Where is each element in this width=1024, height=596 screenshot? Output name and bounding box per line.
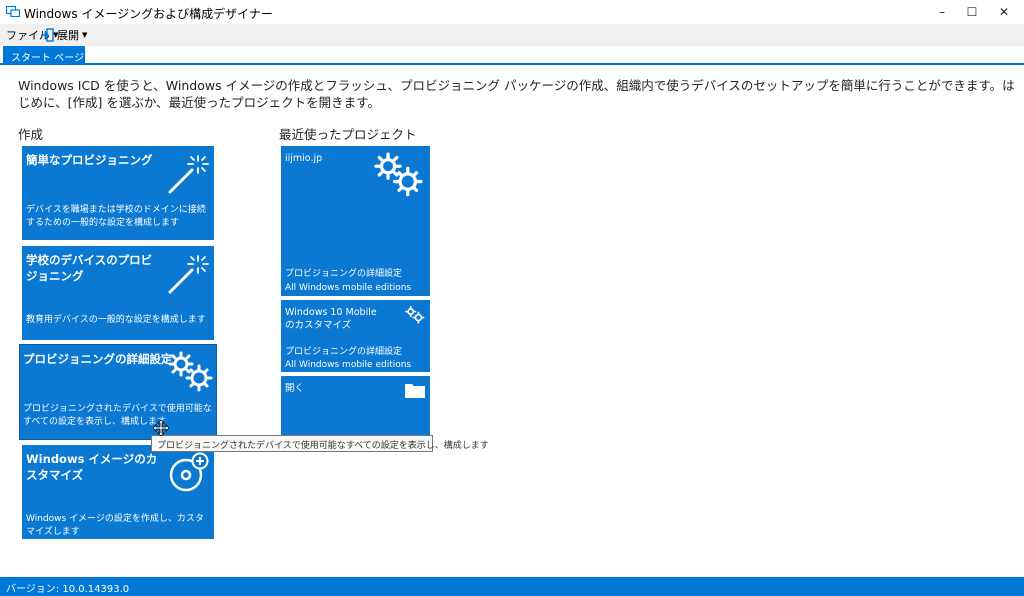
recent-project-tile[interactable]: iijmio.jp プロビジョニングの詳細設定 All Windows mobi… xyxy=(281,146,430,296)
open-project-tile[interactable]: 開く xyxy=(281,376,430,436)
project-type: プロビジョニングの詳細設定 xyxy=(285,347,403,357)
advanced-provisioning-tile[interactable]: プロビジョニングの詳細設定 プロビジョニングされたデバイスで使用可能なすべての設… xyxy=(19,344,217,440)
move-cursor-icon xyxy=(153,420,169,436)
deploy-arrow-icon xyxy=(41,28,54,42)
create-heading: 作成 xyxy=(18,127,44,142)
tile-title: 学校のデバイスのプロビジョニング xyxy=(26,253,153,283)
status-bar: バージョン: 10.0.14393.0 xyxy=(0,577,1024,596)
school-provisioning-tile[interactable]: 学校のデバイスのプロビジョニング 教育用デバイスの一般的な設定を構成します xyxy=(22,246,214,340)
tile-title: 簡単なプロビジョニング xyxy=(26,153,153,167)
folder-icon xyxy=(405,384,425,398)
simple-provisioning-tile[interactable]: 簡単なプロビジョニング デバイスを職場または学校のドメインに接続するための一般的… xyxy=(22,146,214,240)
title-bar: Windows イメージングおよび構成デザイナー – ☐ ✕ xyxy=(0,0,1024,24)
gears-icon xyxy=(374,152,423,197)
tile-description: 教育用デバイスの一般的な設定を構成します xyxy=(26,315,206,325)
tile-title: プロビジョニングの詳細設定 xyxy=(23,352,173,366)
intro-text: Windows ICD を使うと、Windows イメージの作成とフラッシュ、プ… xyxy=(18,78,1015,110)
menu-bar: ファイル ▼ 展開 ▼ xyxy=(0,24,1024,46)
tab-start-page[interactable]: スタート ページ xyxy=(3,46,85,64)
project-type: プロビジョニングの詳細設定 xyxy=(285,269,403,279)
gears-icon xyxy=(168,351,213,392)
window-title: Windows イメージングおよび構成デザイナー xyxy=(24,7,273,21)
recent-heading: 最近使ったプロジェクト xyxy=(279,127,417,142)
expand-menu[interactable]: 展開 ▼ xyxy=(40,27,87,43)
chevron-down-icon: ▼ xyxy=(82,31,88,39)
close-button[interactable]: ✕ xyxy=(988,0,1020,24)
tile-description: Windows イメージの設定を作成し、カスタマイズします xyxy=(26,514,204,537)
project-name: Windows 10 Mobileのカスタマイズ xyxy=(285,307,377,331)
tooltip: プロビジョニングされたデバイスで使用可能なすべての設定を表示し、構成します xyxy=(151,435,489,452)
open-label: 開く xyxy=(285,383,305,394)
tab-strip: スタート ページ xyxy=(0,46,1024,65)
magic-wand-icon xyxy=(168,255,209,294)
project-name: iijmio.jp xyxy=(285,153,323,164)
project-edition: All Windows mobile editions xyxy=(285,283,412,293)
maximize-button[interactable]: ☐ xyxy=(956,0,988,24)
disc-add-icon xyxy=(169,452,209,492)
tile-description: プロビジョニングされたデバイスで使用可能なすべての設定を表示し、構成します xyxy=(23,404,212,427)
magic-wand-icon xyxy=(168,155,209,194)
tile-title: Windows イメージのカスタマイズ xyxy=(26,452,158,482)
tile-description: デバイスを職場または学校のドメインに接続するための一般的な設定を構成します xyxy=(26,205,206,228)
expand-menu-label: 展開 xyxy=(57,29,79,42)
recent-project-tile[interactable]: Windows 10 Mobileのカスタマイズ プロビジョニングの詳細設定 A… xyxy=(281,300,430,372)
gears-icon xyxy=(405,306,425,324)
app-icon xyxy=(6,6,20,17)
project-edition: All Windows mobile editions xyxy=(285,360,412,370)
minimize-button[interactable]: – xyxy=(926,0,958,24)
windows-image-customize-tile[interactable]: Windows イメージのカスタマイズ Windows イメージの設定を作成し、… xyxy=(22,445,214,539)
